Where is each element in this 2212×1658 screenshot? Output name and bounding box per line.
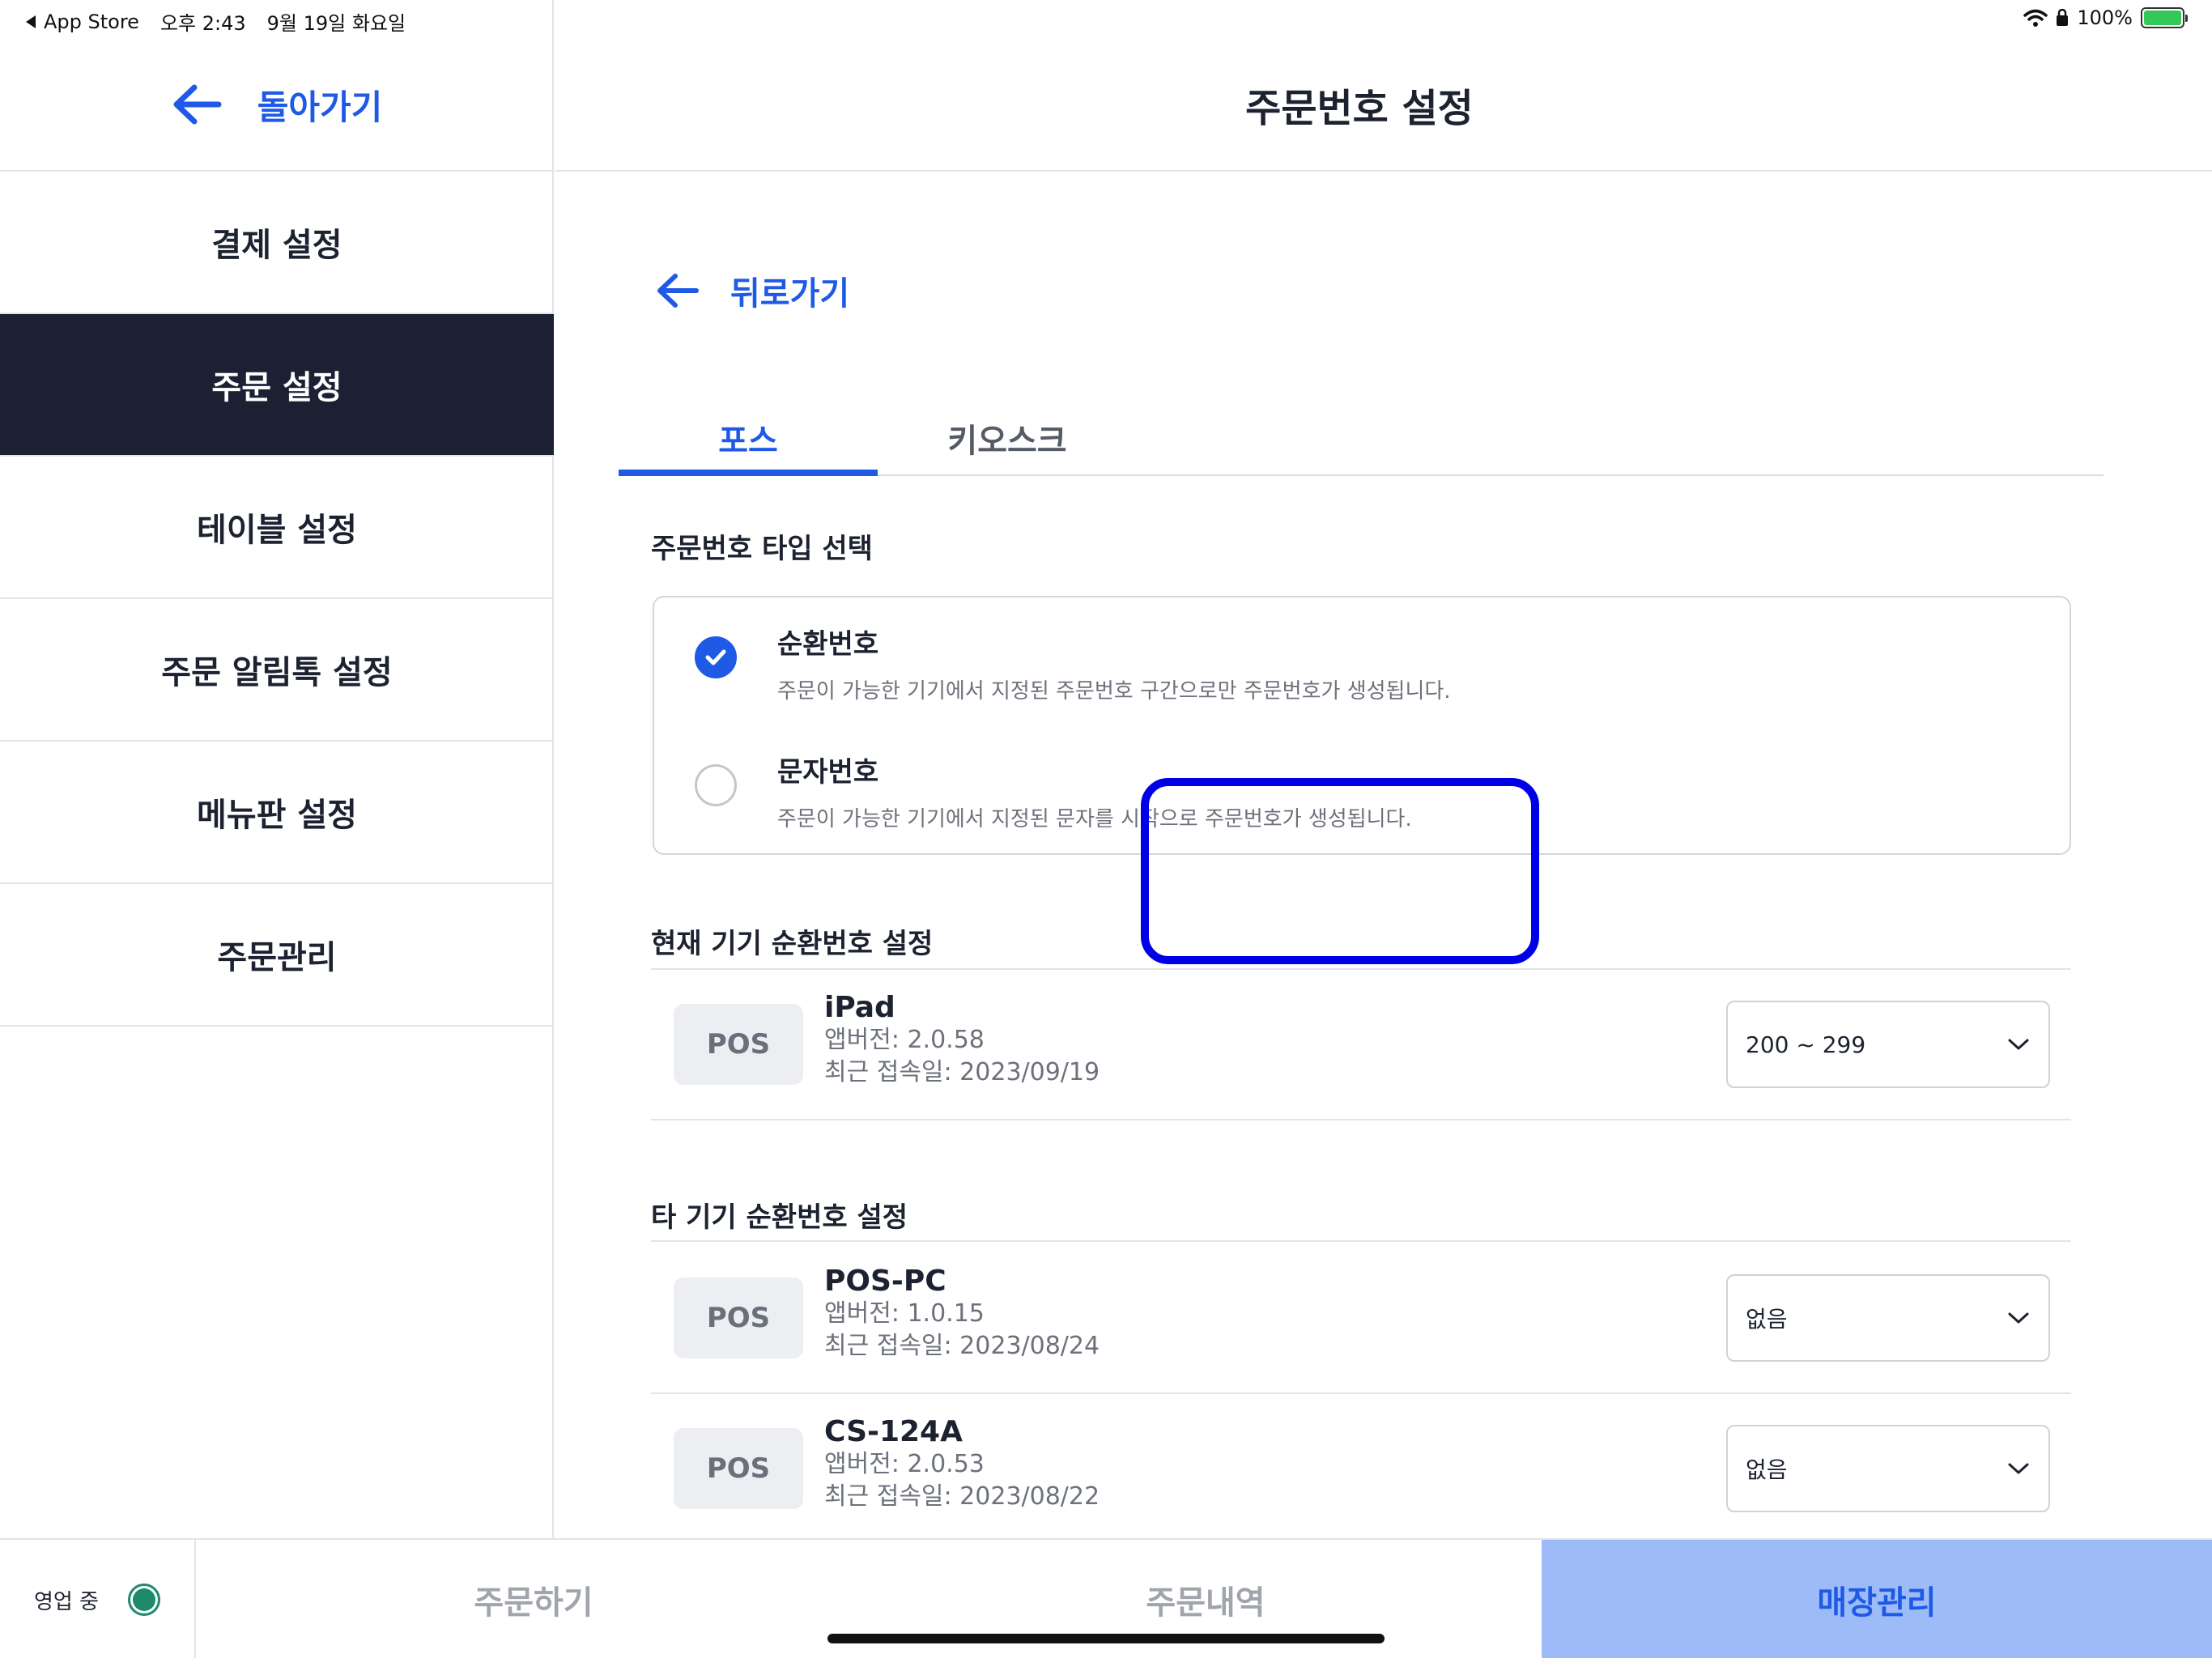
store-status-label: 영업 중 [33, 1589, 100, 1614]
store-status[interactable]: 영업 중 [0, 1540, 196, 1658]
pos-badge: POS [674, 1004, 803, 1085]
bottom-tab-label: 매장관리 [1817, 1584, 1937, 1622]
device-name: POS-PC [824, 1265, 946, 1298]
option-title: 문자번호 [777, 756, 879, 789]
sidebar-menu: 결제 설정 주문 설정 테이블 설정 주문 알림톡 설정 메뉴판 설정 주문관리 [0, 172, 554, 1027]
bottom-tab-label: 주문하기 [474, 1584, 593, 1622]
page-title: 주문번호 설정 [1245, 86, 1474, 131]
device-app-version: 앱버전: 1.0.15 [824, 1299, 985, 1328]
sidebar-back-button[interactable]: 돌아가기 [0, 39, 554, 172]
open-status-indicator-icon [128, 1584, 161, 1616]
device-last-access: 최근 접속일: 2023/09/19 [824, 1058, 1100, 1086]
tab-store-management[interactable]: 매장관리 [1542, 1540, 2212, 1658]
battery-icon [2141, 7, 2188, 28]
arrow-left-icon [657, 274, 699, 308]
wifi-icon [2023, 9, 2048, 27]
device-last-access: 최근 접속일: 2023/08/24 [824, 1332, 1100, 1360]
radio-checked-icon[interactable] [695, 636, 737, 678]
range-select[interactable]: 없음 [1726, 1425, 2050, 1512]
sidebar-item-payment-settings[interactable]: 결제 설정 [0, 172, 554, 314]
sidebar-item-table-settings[interactable]: 테이블 설정 [0, 457, 554, 599]
tab-label: 키오스크 [947, 423, 1067, 460]
battery-percent: 100% [2077, 6, 2133, 29]
range-select-value: 200 ~ 299 [1746, 1031, 1866, 1058]
main-content: 뒤로가기 포스 키오스크 주문번호 타입 선택 순환번호 주문이 가능한 기기에… [555, 173, 2212, 1538]
current-device-row: POS iPad 앱버전: 2.0.58 최근 접속일: 2023/09/19 … [651, 970, 2071, 1119]
chevron-down-icon [2008, 1039, 2029, 1050]
sidebar-item-label: 메뉴판 설정 [197, 797, 357, 834]
pos-badge: POS [674, 1428, 803, 1509]
sidebar-item-label: 주문 설정 [211, 369, 342, 406]
radio-unchecked-icon[interactable] [695, 764, 737, 806]
home-indicator[interactable] [827, 1634, 1385, 1643]
sidebar-back-label: 돌아가기 [257, 87, 383, 127]
other-devices-section-title: 타 기기 순환번호 설정 [651, 1201, 908, 1234]
sidebar-item-order-settings[interactable]: 주문 설정 [0, 314, 554, 457]
device-app-version: 앱버전: 2.0.58 [824, 1026, 985, 1054]
sidebar-item-label: 결제 설정 [211, 227, 342, 264]
other-device-row: POS POS-PC 앱버전: 1.0.15 최근 접속일: 2023/08/2… [651, 1244, 2071, 1392]
divider [651, 1119, 2071, 1120]
range-select-value: 없음 [1746, 1456, 1788, 1483]
option-description: 주문이 가능한 기기에서 지정된 문자를 시작으로 주문번호가 생성됩니다. [777, 807, 1412, 831]
bottom-tab-label: 주문내역 [1146, 1584, 1266, 1622]
device-name: CS-124A [824, 1415, 963, 1448]
device-type-tabs: 포스 키오스크 [619, 408, 2104, 476]
arrow-left-icon [173, 84, 222, 125]
device-name: iPad [824, 991, 895, 1024]
range-select[interactable]: 200 ~ 299 [1726, 1001, 2050, 1088]
device-app-version: 앱버전: 2.0.53 [824, 1450, 985, 1478]
option-description: 주문이 가능한 기기에서 지정된 주문번호 구간으로만 주문번호가 생성됩니다. [777, 679, 1451, 704]
pos-badge: POS [674, 1278, 803, 1358]
option-cyclic-number[interactable]: 순환번호 주문이 가능한 기기에서 지정된 주문번호 구간으로만 주문번호가 생… [695, 622, 1451, 704]
sidebar-item-label: 주문관리 [217, 939, 337, 976]
tab-pos[interactable]: 포스 [619, 408, 878, 476]
order-number-type-title: 주문번호 타입 선택 [651, 533, 873, 565]
tab-label: 포스 [718, 423, 778, 460]
chevron-down-icon [2008, 1463, 2029, 1474]
tab-place-order[interactable]: 주문하기 [198, 1540, 870, 1658]
lock-rotation-icon [2057, 9, 2069, 26]
tab-kiosk[interactable]: 키오스크 [878, 408, 1137, 476]
sub-back-label: 뒤로가기 [730, 275, 850, 312]
sidebar-item-menu-board-settings[interactable]: 메뉴판 설정 [0, 742, 554, 884]
sidebar: 돌아가기 결제 설정 주문 설정 테이블 설정 주문 알림톡 설정 메뉴판 설정… [0, 0, 554, 1538]
sub-back-button[interactable]: 뒤로가기 [656, 267, 849, 314]
sidebar-item-label: 테이블 설정 [197, 512, 357, 549]
sidebar-item-order-management[interactable]: 주문관리 [0, 884, 554, 1027]
order-number-type-card: 순환번호 주문이 가능한 기기에서 지정된 주문번호 구간으로만 주문번호가 생… [653, 596, 2071, 855]
main-header: 주문번호 설정 [555, 39, 2212, 172]
current-device-section-title: 현재 기기 순환번호 설정 [651, 928, 934, 960]
device-last-access: 최근 접속일: 2023/08/22 [824, 1482, 1100, 1511]
divider [651, 1240, 2071, 1242]
sidebar-item-label: 주문 알림톡 설정 [161, 654, 393, 691]
option-letter-number[interactable]: 문자번호 주문이 가능한 기기에서 지정된 문자를 시작으로 주문번호가 생성됩… [695, 750, 1412, 832]
sidebar-item-alimtalk-settings[interactable]: 주문 알림톡 설정 [0, 599, 554, 742]
chevron-down-icon [2008, 1312, 2029, 1324]
other-device-row: POS CS-124A 앱버전: 2.0.53 최근 접속일: 2023/08/… [651, 1394, 2071, 1538]
range-select[interactable]: 없음 [1726, 1274, 2050, 1362]
range-select-value: 없음 [1746, 1306, 1788, 1333]
option-title: 순환번호 [777, 628, 879, 661]
